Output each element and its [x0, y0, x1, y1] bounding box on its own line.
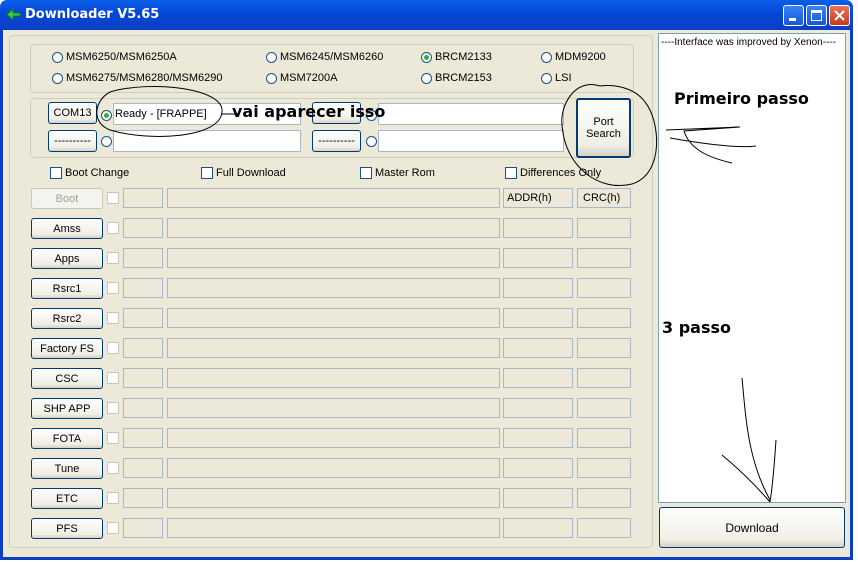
annotation-circle-port-search [561, 84, 658, 186]
annotation-overlay [96, 84, 777, 503]
annotation-arrow-first-step [665, 126, 757, 164]
annotation-arrow-download [721, 377, 777, 503]
annotation-circle-ready [96, 86, 223, 137]
annotation-note-ready: vai aparecer isso [232, 102, 386, 121]
annotation-strokes [96, 84, 777, 503]
annotation-note-third-step: 3 passo [662, 318, 731, 337]
annotation-note-first-step: Primeiro passo [674, 89, 809, 108]
